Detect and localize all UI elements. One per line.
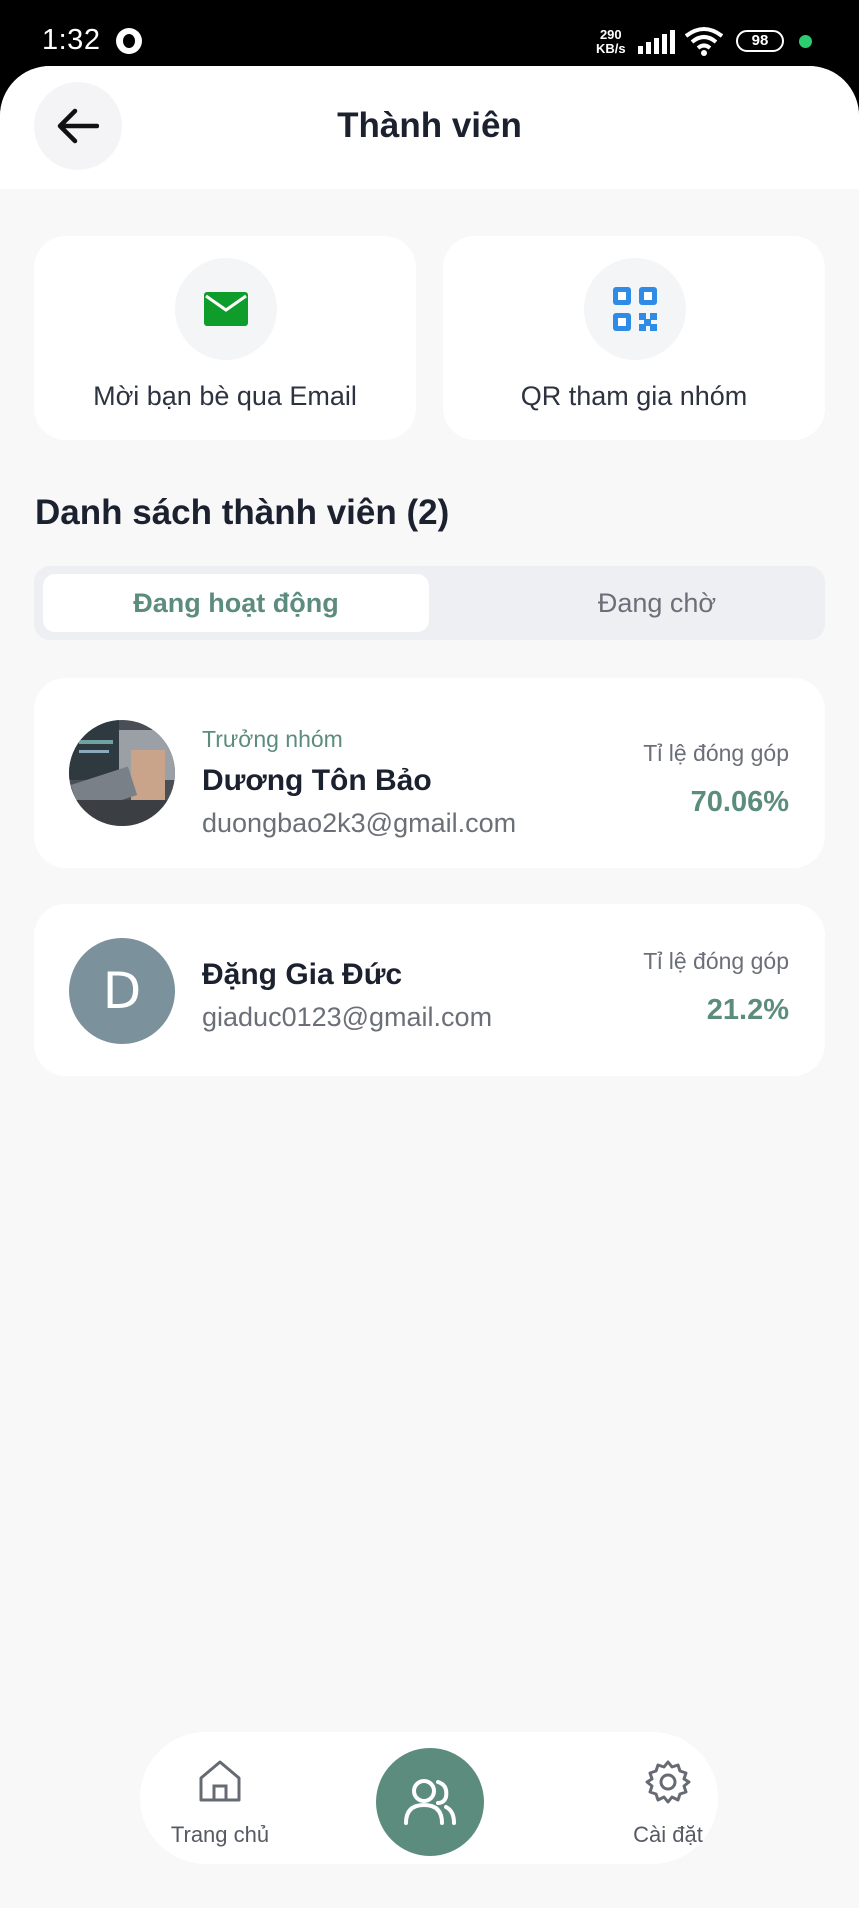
status-time: 1:32 <box>42 24 101 56</box>
tab-active-members[interactable]: Đang hoạt động <box>43 574 429 632</box>
contribution-value: 70.06% <box>690 786 789 818</box>
member-name: Dương Tôn Bảo <box>202 764 432 797</box>
member-name: Đặng Gia Đức <box>202 958 403 991</box>
members-section-title: Danh sách thành viên (2) <box>35 493 450 532</box>
nav-members-button[interactable] <box>376 1748 484 1856</box>
network-speed: 290 KB/s <box>596 28 626 56</box>
member-email: duongbao2k3@gmail.com <box>202 808 517 838</box>
member-card[interactable]: D Đặng Gia Đức giaduc0123@gmail.com Tỉ l… <box>34 904 825 1076</box>
users-icon <box>404 1779 456 1825</box>
network-speed-value: 290 <box>599 27 622 42</box>
join-qr-card[interactable]: QR tham gia nhóm <box>443 236 825 440</box>
nav-home[interactable]: Trang chủ <box>140 1732 300 1864</box>
qr-icon-wrap <box>584 258 686 360</box>
member-card[interactable]: Trưởng nhóm Dương Tôn Bảo duongbao2k3@gm… <box>34 678 825 868</box>
header: Thành viên <box>0 66 859 189</box>
wifi-icon <box>684 27 724 56</box>
page-title: Thành viên <box>337 106 522 145</box>
nav-settings-label: Cài đặt <box>633 1822 703 1847</box>
signal-icon <box>638 30 675 54</box>
phone-screen: 1:32 290 KB/s 98 Thành viên Mời bạn bè q… <box>0 0 859 1908</box>
home-icon <box>199 1760 241 1802</box>
mail-icon-wrap <box>175 258 277 360</box>
qr-code-icon <box>613 287 657 331</box>
nav-settings[interactable]: Cài đặt <box>598 1732 738 1864</box>
gear-icon <box>645 1760 691 1804</box>
mail-icon <box>204 292 248 326</box>
status-bar: 1:32 290 KB/s 98 <box>0 0 859 66</box>
invite-email-card[interactable]: Mời bạn bè qua Email <box>34 236 416 440</box>
contribution-label: Tỉ lệ đóng góp <box>643 948 789 974</box>
app-notification-icon <box>116 28 142 54</box>
contribution-value: 21.2% <box>706 994 789 1026</box>
battery-indicator: 98 <box>736 30 784 52</box>
contribution-label: Tỉ lệ đóng góp <box>643 740 789 766</box>
avatar-initial: D <box>69 938 175 1044</box>
member-tabs: Đang hoạt động Đang chờ <box>34 566 825 640</box>
tab-pending-members[interactable]: Đang chờ <box>464 574 850 632</box>
invite-email-label: Mời bạn bè qua Email <box>93 381 357 411</box>
avatar-photo <box>69 720 175 826</box>
network-speed-unit: KB/s <box>596 41 626 56</box>
avatar <box>69 720 175 826</box>
join-qr-label: QR tham gia nhóm <box>520 381 748 411</box>
member-role: Trưởng nhóm <box>202 726 343 752</box>
app-surface: Thành viên Mời bạn bè qua Email QR tham … <box>0 66 859 1908</box>
privacy-dot-icon <box>799 35 812 48</box>
nav-home-label: Trang chủ <box>170 1822 270 1847</box>
bottom-nav: Trang chủ Cài đặt <box>140 1732 718 1864</box>
member-email: giaduc0123@gmail.com <box>202 1002 493 1032</box>
